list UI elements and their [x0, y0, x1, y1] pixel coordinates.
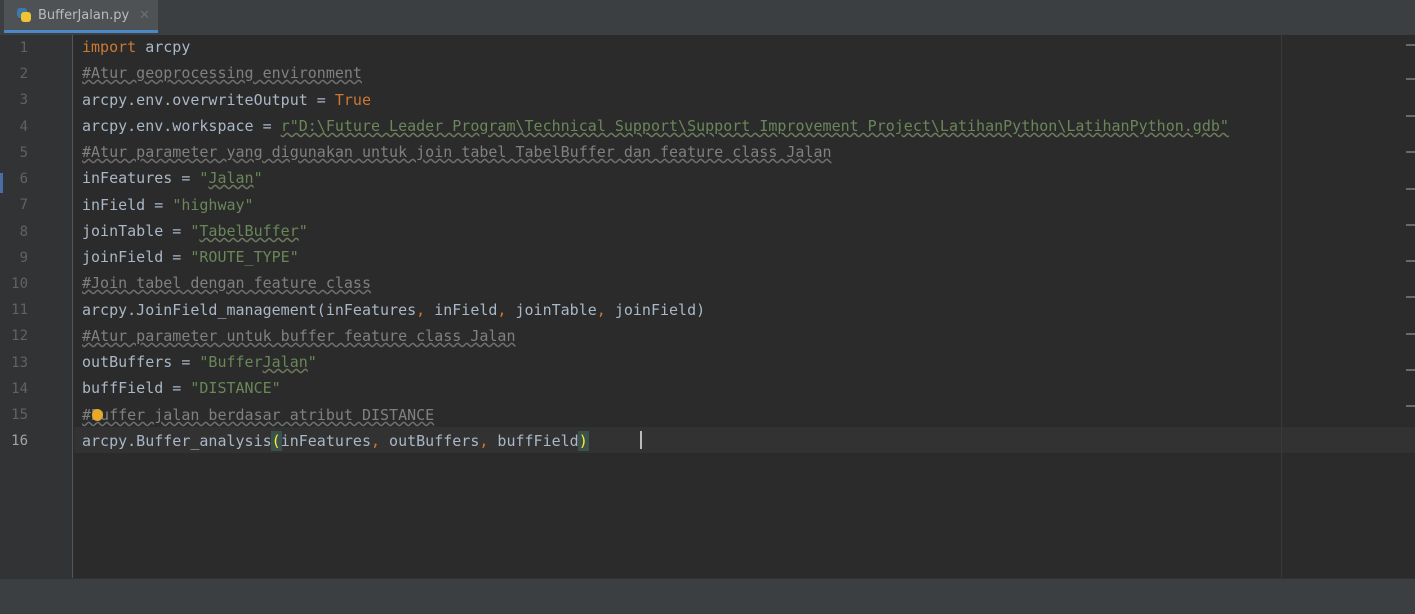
comment: #Buffer jalan berdasar atribut DISTANCE: [82, 406, 435, 424]
code-line-8[interactable]: joinTable = "TabelBuffer": [82, 218, 308, 244]
file-tab[interactable]: BufferJalan.py ✕: [4, 0, 158, 33]
code-text: inFeatures: [280, 432, 371, 450]
string-word: Jalan: [208, 169, 254, 187]
line-number: 4: [19, 119, 28, 135]
comma: ,: [371, 432, 381, 450]
code-line-3[interactable]: arcpy.env.overwriteOutput = True: [82, 87, 371, 113]
comment: #Atur geoprocessing environment: [82, 64, 362, 82]
code-line-16[interactable]: arcpy.Buffer_analysis(inFeatures, outBuf…: [82, 428, 589, 454]
code-text: outBuffers =: [82, 353, 200, 371]
scroll-marker: [1406, 78, 1415, 80]
tab-filename: BufferJalan.py: [38, 7, 130, 23]
code-line-14[interactable]: buffField = "DISTANCE": [82, 375, 281, 401]
line-number: 1: [19, 40, 28, 56]
code-text: buffField =: [82, 379, 191, 397]
code-text: joinTable: [506, 301, 597, 319]
text-caret: [640, 431, 642, 449]
code-text: arcpy.JoinField_management(inFeatures: [82, 301, 417, 319]
code-text: joinTable =: [82, 222, 191, 240]
comment: #Atur parameter untuk buffer feature cla…: [82, 327, 516, 345]
comma: ,: [596, 301, 606, 319]
line-number: 9: [19, 250, 28, 266]
line-number: 14: [11, 381, 28, 397]
scroll-marker: [1406, 188, 1415, 190]
matched-paren-open: (: [270, 431, 282, 451]
code-text: arcpy.env.overwriteOutput =: [82, 91, 335, 109]
comment: #Atur parameter yang digunakan untuk joi…: [82, 143, 832, 161]
code-line-11[interactable]: arcpy.JoinField_management(inFeatures, i…: [82, 297, 705, 323]
string-literal: "ROUTE_TYPE": [190, 248, 299, 266]
scroll-marker: [1406, 151, 1415, 153]
line-number: 13: [11, 355, 28, 371]
scroll-marker: [1406, 115, 1415, 117]
line-number: 8: [19, 224, 28, 240]
code-line-7[interactable]: inField = "highway": [82, 192, 254, 218]
line-number: 7: [19, 197, 28, 213]
code-text: buffField: [488, 432, 579, 450]
code-line-13[interactable]: outBuffers = "BufferJalan": [82, 349, 317, 375]
line-number: 12: [11, 328, 28, 344]
string-quote: ": [253, 169, 263, 187]
scroll-marker: [1406, 224, 1415, 226]
line-number: 3: [19, 92, 28, 108]
line-number: 5: [19, 145, 28, 161]
current-line-number: 16: [11, 433, 28, 449]
line-number: 6: [19, 171, 28, 187]
scrollbar-markers[interactable]: [1406, 38, 1415, 578]
close-tab-icon[interactable]: ✕: [139, 8, 150, 23]
string-quote: ": [298, 222, 308, 240]
editor-tab-bar: BufferJalan.py ✕: [0, 0, 1415, 36]
string-word: TabelBuffer: [199, 222, 299, 240]
scroll-marker: [1406, 296, 1415, 298]
code-text: joinField =: [82, 248, 191, 266]
code-line-1[interactable]: import arcpy: [82, 34, 190, 60]
code-line-15[interactable]: #Buffer jalan berdasar atribut DISTANCE: [82, 402, 434, 428]
code-text: joinField): [605, 301, 706, 319]
code-line-2[interactable]: #Atur geoprocessing environment: [82, 60, 362, 86]
code-text: arcpy: [136, 38, 191, 56]
string-word: Jalan: [262, 353, 308, 371]
string-literal: r"D:\Future Leader Program\Technical Sup…: [280, 117, 1229, 135]
code-line-4[interactable]: arcpy.env.workspace = r"D:\Future Leader…: [82, 113, 1229, 139]
line-number: 15: [11, 407, 28, 423]
code-line-12[interactable]: #Atur parameter untuk buffer feature cla…: [82, 323, 515, 349]
right-margin-guide: [1281, 35, 1282, 578]
comma: ,: [416, 301, 426, 319]
code-line-9[interactable]: joinField = "ROUTE_TYPE": [82, 244, 299, 270]
code-line-6[interactable]: inFeatures = "Jalan": [82, 165, 263, 191]
string-literal: "DISTANCE": [190, 379, 281, 397]
code-text: inField =: [82, 196, 173, 214]
status-bar: [0, 578, 1415, 614]
code-line-5[interactable]: #Atur parameter yang digunakan untuk joi…: [82, 139, 832, 165]
keyword: True: [334, 91, 371, 109]
line-number-gutter: 1 2 3 4 5 6 7 8 9 10 11 12 13 14 15 16: [0, 35, 73, 578]
matched-paren-close: ): [577, 431, 589, 451]
scroll-marker: [1406, 405, 1415, 407]
comment: #Join tabel dengan feature class: [82, 274, 371, 292]
scroll-marker: [1406, 333, 1415, 335]
line-number: 2: [19, 66, 28, 82]
line-number: 11: [11, 302, 28, 318]
code-text: arcpy.Buffer_analysis: [82, 432, 272, 450]
string-quote: ": [307, 353, 317, 371]
keyword: import: [82, 38, 137, 56]
line-number: 10: [11, 276, 28, 292]
python-file-icon: [16, 7, 32, 23]
code-text: inFeatures =: [82, 169, 200, 187]
lightbulb-icon[interactable]: [92, 409, 103, 421]
code-text: inField: [425, 301, 498, 319]
string-literal: "highway": [172, 196, 254, 214]
scroll-marker: [1406, 369, 1415, 371]
string-quote: "Buffer: [199, 353, 263, 371]
code-line-10[interactable]: #Join tabel dengan feature class: [82, 270, 371, 296]
scroll-marker: [1406, 260, 1415, 262]
scroll-marker: [1406, 44, 1415, 46]
code-text: arcpy.env.workspace =: [82, 117, 281, 135]
code-text: outBuffers: [380, 432, 480, 450]
